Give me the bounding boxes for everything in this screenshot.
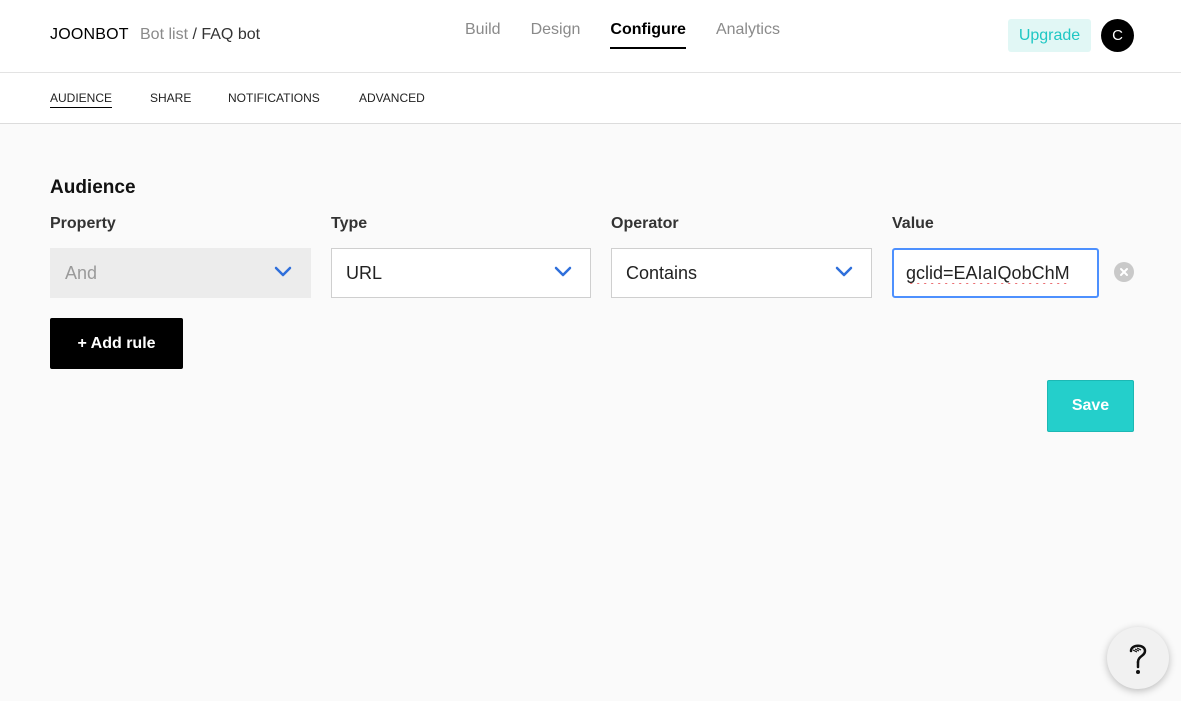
sub-nav: AUDIENCE SHARE NOTIFICATIONS ADVANCED [0,73,1181,124]
value-input[interactable] [892,248,1099,298]
type-select[interactable]: URL [331,248,591,298]
tab-share[interactable]: SHARE [150,91,191,107]
upgrade-button[interactable]: Upgrade [1008,19,1091,52]
nav-design[interactable]: Design [531,21,581,49]
value-label: Value [892,215,934,232]
breadcrumb-bot-list[interactable]: Bot list [140,26,188,43]
type-label: Type [331,215,368,232]
chevron-down-icon [835,266,853,277]
property-select: And [50,248,311,298]
help-button[interactable] [1107,627,1169,689]
breadcrumb-current: FAQ bot [201,26,261,43]
operator-select[interactable]: Contains [611,248,872,298]
breadcrumb-separator: / [188,26,202,43]
avatar[interactable]: C [1101,19,1134,52]
save-button[interactable]: Save [1047,380,1134,432]
section-title: Audience [50,177,136,198]
tab-audience[interactable]: AUDIENCE [50,91,113,108]
operator-select-value: Contains [626,262,698,283]
nav-configure[interactable]: Configure [610,21,686,49]
breadcrumb: Bot list / FAQ bot [140,26,260,44]
type-select-value: URL [346,262,383,283]
chevron-down-icon [274,266,292,277]
nav-build[interactable]: Build [465,21,501,49]
add-rule-button[interactable]: + Add rule [50,318,183,369]
tab-advanced[interactable]: ADVANCED [359,91,425,107]
top-bar: JOONBOT Bot list / FAQ bot Build Design … [0,0,1181,73]
brand-logo[interactable]: JOONBOT [50,26,129,44]
tab-notifications[interactable]: NOTIFICATIONS [228,91,320,107]
operator-label: Operator [611,215,679,232]
property-label: Property [50,215,116,232]
property-select-value: And [65,262,98,283]
nav-analytics[interactable]: Analytics [716,21,780,49]
main-nav: Build Design Configure Analytics [465,21,810,49]
question-mark-icon [1129,644,1147,674]
chevron-down-icon [554,266,572,277]
close-circle-icon[interactable] [1114,262,1134,282]
